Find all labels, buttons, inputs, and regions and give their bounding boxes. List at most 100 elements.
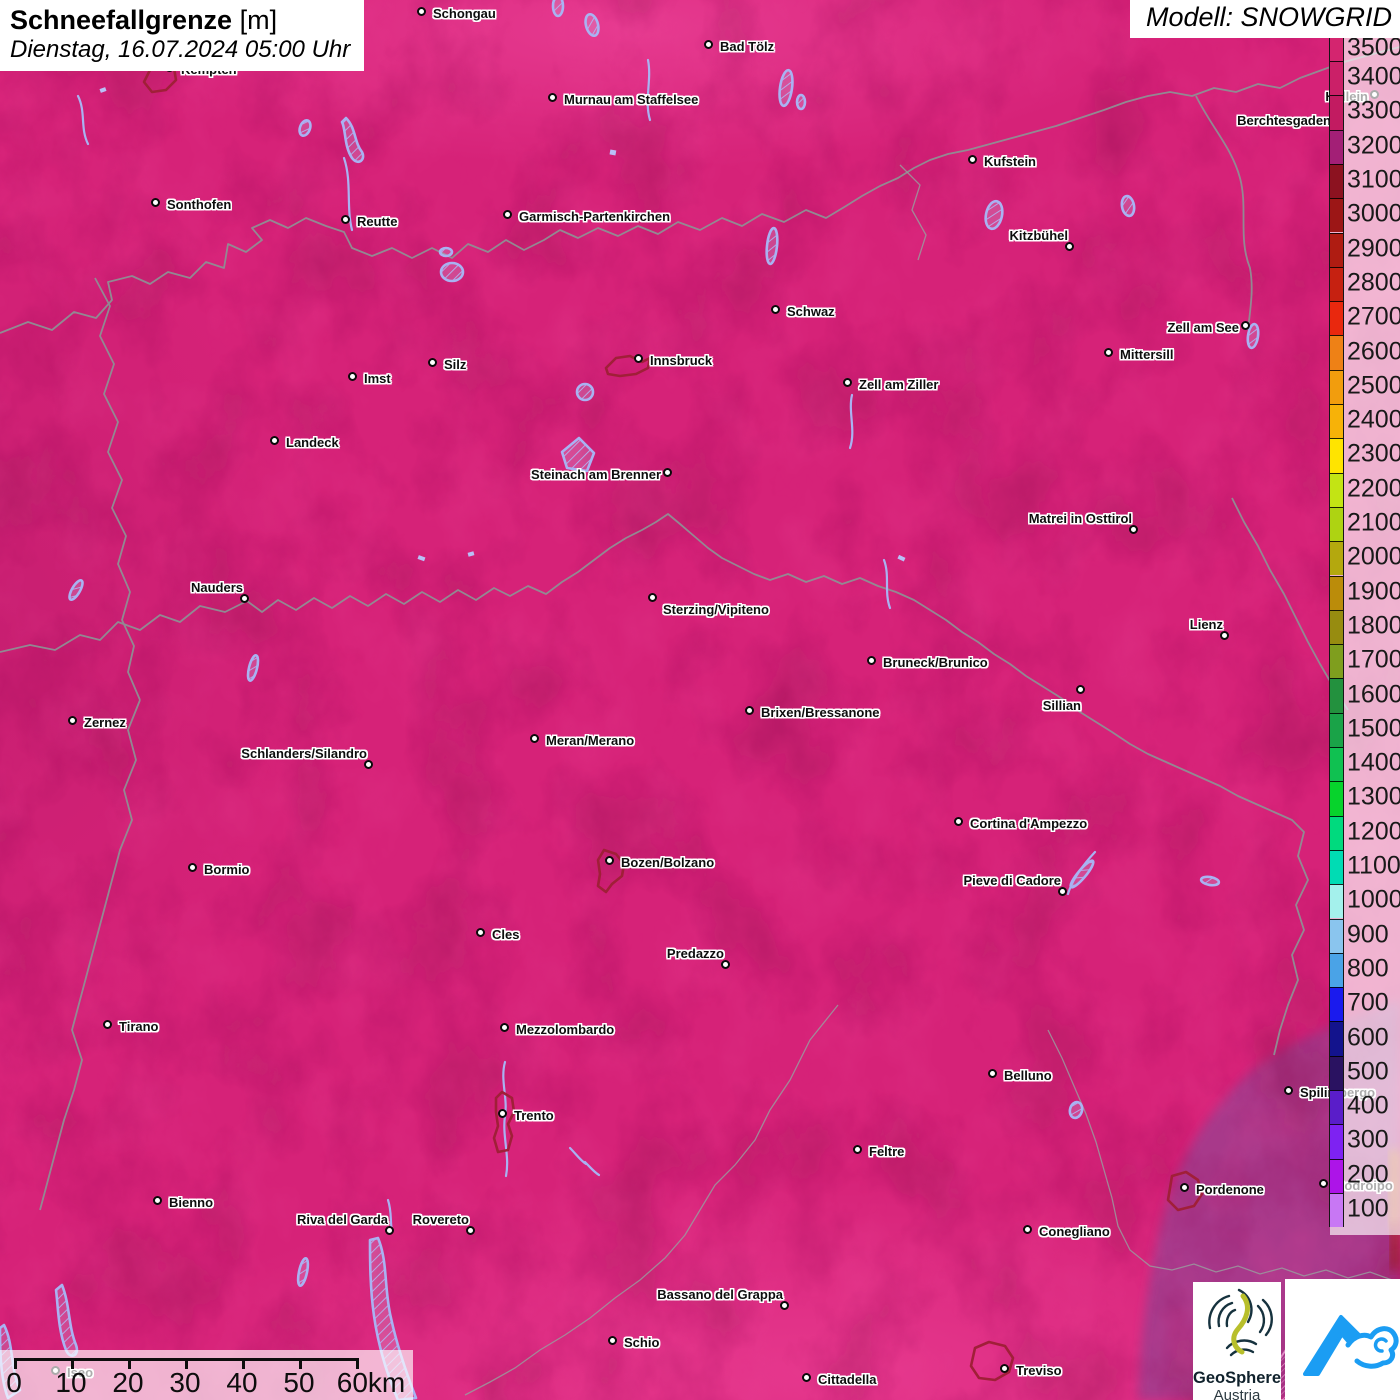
colorbar-segment	[1330, 369, 1343, 404]
city-label: Zell am Ziller	[859, 377, 939, 392]
city-label: Trento	[514, 1108, 554, 1123]
city-label: Silz	[444, 357, 467, 372]
colorbar-tick-label: 2100	[1347, 508, 1400, 537]
colorbar-segment	[1330, 472, 1343, 507]
model-label: Modell: SNOWGRID	[1129, 0, 1400, 38]
colorbar-segment	[1330, 575, 1343, 610]
colorbar-tick-label: 2600	[1347, 337, 1400, 366]
city-label: Conegliano	[1039, 1224, 1110, 1239]
city-label: Bormio	[204, 862, 250, 877]
colorbar-tick-label: 2800	[1347, 268, 1400, 297]
colorbar-tick-label: 3100	[1347, 165, 1400, 194]
colorbar-segment	[1330, 781, 1343, 816]
colorbar-tick-label: 1800	[1347, 611, 1400, 640]
colorbar-tick-label: 2300	[1347, 439, 1400, 468]
city-label: Mittersill	[1120, 347, 1174, 362]
colorbar-tick-label: 3300	[1347, 96, 1400, 125]
city-label: Matrei in Osttirol	[1028, 511, 1132, 526]
colorbar-segment	[1330, 61, 1343, 96]
city-label: Pieve di Cadore	[963, 873, 1061, 888]
colorbar-segment	[1330, 198, 1343, 233]
colorbar-tick-label: 3000	[1347, 199, 1400, 228]
colorbar-segment	[1330, 1192, 1343, 1228]
colorbar-segment	[1330, 541, 1343, 576]
scalebar-label: 50	[283, 1367, 315, 1398]
geosphere-logo: GeoSphere Austria	[1193, 1282, 1281, 1400]
colorbar-tick-label: 1500	[1347, 714, 1400, 743]
colorbar-tick-label: 2700	[1347, 302, 1400, 331]
city-label: Predazzo	[666, 946, 724, 961]
colorbar-tick-label: 2400	[1347, 405, 1400, 434]
city-label: Sterzing/Vipiteno	[663, 602, 769, 617]
city-label: Bienno	[169, 1195, 214, 1210]
city-label: Bad Tölz	[720, 39, 775, 54]
colorbar-segment	[1330, 163, 1343, 199]
city-label: Garmisch-Partenkirchen	[519, 209, 671, 224]
colorbar-segment	[1330, 849, 1343, 885]
city-label: Kufstein	[984, 154, 1036, 169]
colorbar-tick-label: 3400	[1347, 62, 1400, 91]
colorbar-segment	[1330, 37, 1343, 61]
colorbar-tick-label: 3200	[1347, 131, 1400, 160]
colorbar-segment	[1330, 266, 1343, 302]
colorbar-tick-label: 2900	[1347, 234, 1400, 263]
city-label: Nauders	[190, 580, 243, 595]
colorbar-tick-label: 1600	[1347, 680, 1400, 709]
city-label: Zernez	[84, 715, 126, 730]
colorbar-segment	[1330, 884, 1343, 919]
colorbar-segment	[1330, 609, 1343, 645]
colorbar-tick-label: 3500	[1347, 33, 1400, 62]
city-label: Lienz	[1189, 617, 1223, 632]
colorbar-segment	[1330, 712, 1343, 747]
colorbar-tick-label: 700	[1347, 988, 1389, 1017]
colorbar-segment	[1330, 678, 1343, 713]
colorbar-segment	[1330, 1124, 1343, 1159]
city-label: Pordenone	[1196, 1182, 1264, 1197]
colorbar-segment	[1330, 1090, 1343, 1125]
city-label: Schlanders/Silandro	[241, 746, 367, 761]
city-label: Meran/Merano	[546, 733, 635, 748]
colorbar-tick-label: 1900	[1347, 577, 1400, 606]
city-label: Kitzbühel	[1009, 228, 1069, 243]
mountain-cloud-icon	[1303, 1315, 1399, 1376]
colorbar-segment	[1330, 815, 1343, 850]
colorbar-tick-label: 2200	[1347, 474, 1400, 503]
colorbar-segment	[1330, 747, 1343, 782]
city-label: Mezzolombardo	[516, 1022, 615, 1037]
scalebar-label: 10	[55, 1367, 87, 1398]
scalebar-label: 30	[169, 1367, 201, 1398]
map-title: Schneefallgrenze [m]	[10, 5, 350, 36]
city-label: Tirano	[119, 1019, 159, 1034]
colorbar-tick-label: 100	[1347, 1194, 1389, 1223]
city-label: Feltre	[869, 1144, 905, 1159]
colorbar-segment	[1330, 1055, 1343, 1090]
city-label: Schio	[624, 1335, 660, 1350]
scalebar-label: 20	[112, 1367, 144, 1398]
partner-logo	[1285, 1279, 1400, 1400]
colorbar-segment	[1330, 301, 1343, 336]
city-label: Cles	[492, 927, 520, 942]
colorbar-segment	[1330, 335, 1343, 370]
colorbar-tick-label: 500	[1347, 1057, 1389, 1086]
city-label: Bozen/Bolzano	[621, 855, 715, 870]
city-label: Treviso	[1016, 1363, 1062, 1378]
city-label: Bruneck/Brunico	[883, 655, 988, 670]
city-label: Belluno	[1004, 1068, 1052, 1083]
city-label: Murnau am Staffelsee	[564, 92, 699, 107]
colorbar-tick-label: 2500	[1347, 371, 1400, 400]
colorbar-tick-label: 900	[1347, 920, 1389, 949]
map-title-box: Schneefallgrenze [m] Dienstag, 16.07.202…	[0, 0, 365, 71]
geosphere-logo-line2: Austria	[1213, 1387, 1261, 1400]
city-label: Innsbruck	[650, 353, 713, 368]
colorbar-segment	[1330, 1021, 1343, 1056]
colorbar-segment	[1330, 232, 1343, 267]
colorbar-segment	[1330, 129, 1343, 164]
city-label: Schwaz	[787, 304, 835, 319]
colorbar-tick-label: 200	[1347, 1160, 1389, 1189]
colorbar-segment	[1330, 987, 1343, 1022]
city-label: Bassano del Grappa	[657, 1287, 783, 1302]
map-subtitle: Dienstag, 16.07.2024 05:00 Uhr	[10, 36, 351, 63]
colorbar-segment	[1330, 952, 1343, 988]
colorbar-tick-label: 800	[1347, 954, 1389, 983]
scalebar: 0 10 20 30 40 50 60km	[0, 1350, 413, 1400]
